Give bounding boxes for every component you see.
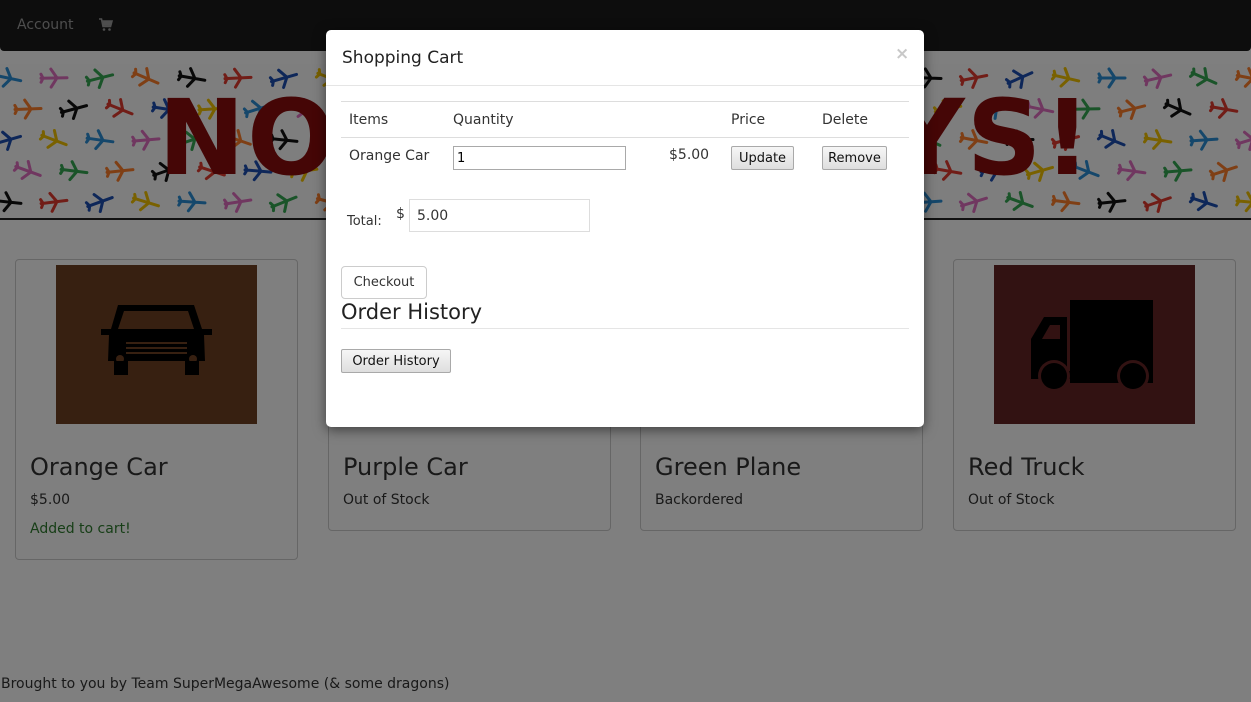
close-icon[interactable]: ×: [895, 44, 909, 64]
table-divider: [341, 101, 909, 102]
shopping-cart-modal: Shopping Cart × Items Quantity Price Del…: [326, 30, 924, 427]
order-history-heading: Order History: [341, 300, 483, 324]
column-header-quantity: Quantity: [453, 112, 514, 128]
update-button[interactable]: Update: [731, 146, 794, 170]
column-header-delete: Delete: [822, 112, 868, 128]
cart-item-name: Orange Car: [349, 148, 430, 164]
checkout-button[interactable]: Checkout: [341, 266, 427, 299]
order-history-button[interactable]: Order History: [341, 349, 451, 373]
modal-title: Shopping Cart: [342, 48, 464, 68]
column-header-price: Price: [731, 112, 766, 128]
quantity-input[interactable]: [453, 146, 626, 170]
column-header-items: Items: [349, 112, 389, 128]
total-field[interactable]: [409, 199, 590, 232]
total-label: Total:: [347, 214, 382, 229]
modal-header-divider: [326, 85, 924, 86]
order-history-divider: [341, 328, 909, 329]
cart-item-price: $5.00: [669, 147, 710, 163]
table-divider: [341, 137, 909, 138]
remove-button[interactable]: Remove: [822, 146, 887, 170]
currency-symbol: $: [396, 206, 405, 222]
